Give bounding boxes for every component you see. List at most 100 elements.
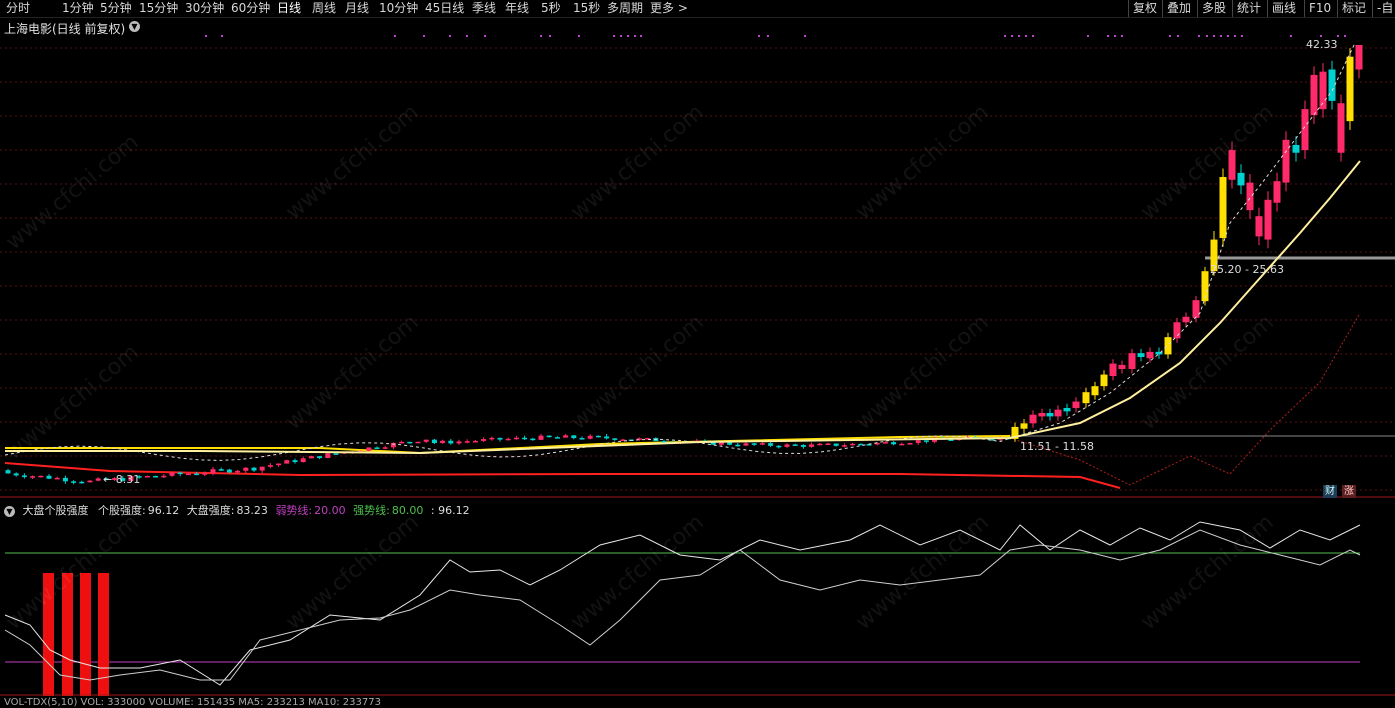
period-tab-3[interactable]: 15分钟: [139, 0, 178, 17]
low-price-label: ← 8.31: [103, 473, 140, 486]
candle-body: [718, 442, 724, 445]
period-tab-2[interactable]: 5分钟: [100, 0, 132, 17]
signal-dot: [1032, 35, 1034, 37]
signal-dot: [1234, 35, 1236, 37]
signal-dot: [634, 35, 636, 37]
candle-body: [563, 435, 569, 438]
chevron-down-icon[interactable]: ▼: [4, 505, 15, 517]
signal-dot: [423, 35, 425, 37]
toolbar-button-7[interactable]: -自: [1372, 0, 1395, 17]
candle-body: [923, 440, 929, 442]
period-tab-13[interactable]: 5秒: [541, 0, 561, 17]
candle-body: [800, 445, 806, 447]
candle-body: [1118, 364, 1126, 370]
candle-body: [1091, 386, 1099, 396]
candle-body: [1146, 351, 1154, 359]
signal-dot: [1114, 35, 1116, 37]
toolbar-button-3[interactable]: 统计: [1232, 0, 1265, 17]
toolbar-button-5[interactable]: F10: [1304, 0, 1335, 17]
candle-body: [809, 444, 815, 447]
candle-body: [1164, 337, 1172, 355]
market-strength-label: 大盘强度:: [186, 504, 235, 517]
candle-body: [317, 456, 323, 459]
candle-body: [1282, 139, 1290, 183]
candle-body: [382, 447, 388, 449]
signal-dot: [1169, 35, 1171, 37]
lower-band-curve: [1009, 312, 1361, 486]
limit-up-badge[interactable]: 涨: [1342, 485, 1356, 498]
extra-value: : 96.12: [430, 504, 470, 517]
period-tab-14[interactable]: 15秒: [573, 0, 600, 17]
candle-body: [300, 458, 306, 463]
candle-body: [1072, 401, 1080, 409]
signal-dot: [758, 35, 760, 37]
market-strength-value: 83.23: [236, 504, 268, 517]
candle-body: [481, 439, 487, 441]
candle-body: [1182, 316, 1190, 323]
candle-body: [1301, 109, 1309, 151]
candle-body: [1237, 172, 1245, 186]
candle-body: [1337, 103, 1345, 153]
period-tab-6[interactable]: 日线: [277, 0, 301, 17]
period-tab-7[interactable]: 周线: [312, 0, 336, 17]
signal-dot: [1213, 35, 1215, 37]
period-tab-4[interactable]: 30分钟: [185, 0, 224, 17]
stock-strength-label: 个股强度:: [98, 504, 146, 517]
candle-body: [1020, 423, 1028, 429]
candle-body: [276, 463, 282, 466]
candle-body: [407, 441, 413, 444]
signal-dot: [1241, 35, 1243, 37]
period-tab-1[interactable]: 1分钟: [62, 0, 94, 17]
finance-badge[interactable]: 财: [1323, 485, 1337, 498]
candle-body: [177, 472, 183, 475]
period-tab-5[interactable]: 60分钟: [231, 0, 270, 17]
signal-dot: [1198, 35, 1200, 37]
signal-dot: [767, 35, 769, 37]
period-tab-0[interactable]: 分时: [6, 0, 30, 17]
period-tab-11[interactable]: 季线: [472, 0, 496, 17]
toolbar-button-0[interactable]: 复权: [1128, 0, 1161, 17]
toolbar-button-1[interactable]: 叠加: [1162, 0, 1195, 17]
period-tab-15[interactable]: 多周期: [607, 0, 643, 17]
candle-body: [79, 481, 85, 484]
period-tab-10[interactable]: 45日线: [425, 0, 464, 17]
candle-body: [226, 469, 232, 473]
candle-body: [1292, 144, 1300, 153]
signal-dot: [1344, 35, 1346, 37]
candle-body: [612, 438, 618, 440]
candle-body: [169, 472, 175, 476]
chevron-down-icon[interactable]: ▼: [129, 21, 140, 32]
candle-body: [554, 437, 560, 439]
signal-dot: [640, 35, 642, 37]
candle-body: [513, 437, 519, 440]
period-tab-12[interactable]: 年线: [505, 0, 529, 17]
candle-body: [38, 475, 44, 478]
candle-body: [1082, 392, 1090, 404]
candle-body: [456, 441, 462, 444]
indicator-header: ▼ 大盘个股强度 个股强度: 96.12 大盘强度: 83.23 弱势线: 20.00…: [4, 502, 474, 518]
toolbar-button-6[interactable]: 标记: [1337, 0, 1370, 17]
candle-body: [1310, 74, 1318, 116]
candle-body: [530, 438, 536, 441]
band-label-1: 25.20 - 25.63: [1210, 263, 1284, 276]
candle-body: [308, 456, 314, 459]
high-price-label: 42.33: [1306, 38, 1338, 51]
signal-dot: [1227, 35, 1229, 37]
stock-strength-value: 96.12: [147, 504, 180, 517]
toolbar-button-2[interactable]: 多股: [1197, 0, 1230, 17]
candle-body: [899, 443, 905, 446]
candle-body: [95, 478, 101, 481]
candle-body: [776, 445, 782, 448]
signal-dot: [1004, 35, 1006, 37]
period-tab-16[interactable]: 更多 >: [650, 0, 688, 17]
candle-body: [825, 443, 831, 446]
candle-body: [538, 435, 544, 440]
red-bar: [43, 573, 54, 696]
strong-line-value: 80.00: [391, 504, 424, 517]
period-tab-8[interactable]: 月线: [345, 0, 369, 17]
period-tab-9[interactable]: 10分钟: [379, 0, 418, 17]
candle-body: [144, 475, 150, 478]
signal-dot: [804, 35, 806, 37]
toolbar-button-4[interactable]: 画线: [1267, 0, 1300, 17]
candle-body: [284, 460, 290, 464]
